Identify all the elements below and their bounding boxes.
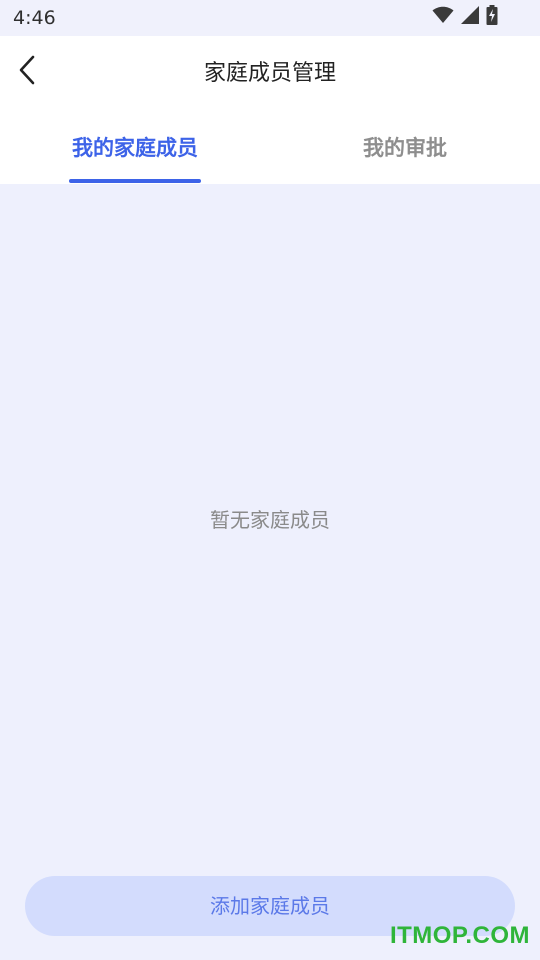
nav-bar: 家庭成员管理 (0, 36, 540, 112)
chevron-left-icon (18, 55, 38, 89)
tab-my-approvals[interactable]: 我的审批 (270, 112, 540, 184)
watermark-logo: ITMOP.COM (389, 922, 530, 949)
tab-bar: 我的家庭成员 我的审批 (0, 112, 540, 184)
tab-my-family-members[interactable]: 我的家庭成员 (0, 112, 270, 184)
status-bar: 4:46 (0, 0, 540, 36)
status-icons (432, 5, 498, 29)
empty-state-text: 暂无家庭成员 (210, 508, 330, 532)
status-time: 4:46 (13, 7, 56, 29)
page-title: 家庭成员管理 (203, 61, 336, 86)
member-list-area: 暂无家庭成员 (0, 184, 540, 960)
cellular-signal-icon (460, 6, 480, 28)
active-tab-indicator (69, 179, 201, 183)
wifi-icon (432, 6, 454, 28)
tab-label: 我的家庭成员 (72, 136, 198, 160)
tab-label: 我的审批 (363, 136, 447, 160)
battery-icon (486, 5, 498, 29)
back-button[interactable] (8, 50, 48, 94)
